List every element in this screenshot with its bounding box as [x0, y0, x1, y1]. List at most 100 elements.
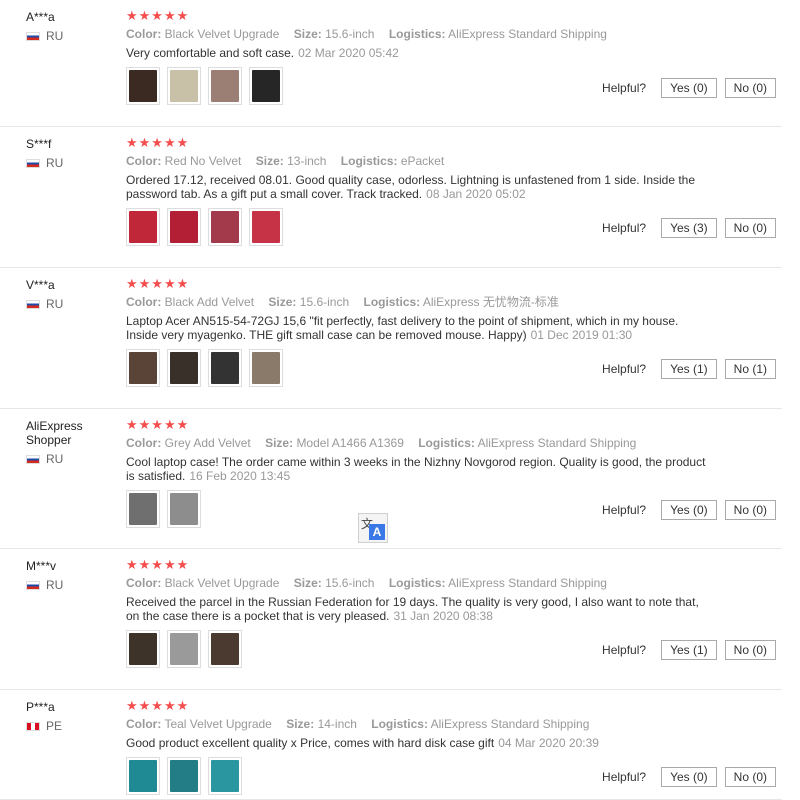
reviewer-name: P***a — [26, 700, 55, 714]
review-photo-thumbnail[interactable] — [208, 757, 242, 795]
review-photo-thumbnail[interactable] — [249, 208, 283, 246]
color-value: Red No Velvet — [164, 154, 242, 168]
reviewer-country: RU — [26, 578, 121, 592]
review-photo-thumbnail[interactable] — [167, 757, 201, 795]
reviewer-info: A***a RU — [26, 10, 121, 43]
country-flag-icon — [26, 454, 40, 464]
color-label: Color: — [126, 27, 162, 41]
helpful-label: Helpful? — [602, 643, 647, 657]
review-photo-thumbnail[interactable] — [167, 67, 201, 105]
review-photo-thumbnail[interactable] — [208, 67, 242, 105]
helpful-controls: Helpful? Yes (0) No (0) — [602, 78, 776, 98]
review-item: A***a RU ★★★★★ Color: Black Velvet Upgra… — [0, 0, 782, 127]
translate-icon[interactable]: 文 A — [358, 513, 388, 543]
review-photo-thumbnail[interactable] — [249, 67, 283, 105]
review-photo-thumbnail[interactable] — [126, 490, 160, 528]
color-label: Color: — [126, 295, 162, 309]
review-item: AliExpress Shopper RU ★★★★★ Color: Grey … — [0, 409, 782, 549]
review-date: 02 Mar 2020 05:42 — [298, 46, 399, 60]
size-value: 13-inch — [287, 154, 327, 168]
helpful-no-button[interactable]: No (0) — [724, 767, 776, 787]
helpful-controls: Helpful? Yes (0) No (0) — [602, 767, 776, 787]
review-photo-thumbnail[interactable] — [167, 630, 201, 668]
review-photo-thumbnail[interactable] — [167, 490, 201, 528]
logistics-value: AliExpress Standard Shipping — [477, 436, 637, 450]
review-text: Received the parcel in the Russian Feder… — [126, 595, 706, 623]
review-text: Ordered 17.12, received 08.01. Good qual… — [126, 173, 706, 201]
star-rating: ★★★★★ — [126, 417, 190, 432]
review-item: S***f RU ★★★★★ Color: Red No Velvet Size… — [0, 127, 782, 268]
country-code: PE — [46, 719, 63, 733]
logistics-value: AliExpress 无忧物流-标准 — [422, 295, 559, 309]
reviewer-info: AliExpress Shopper RU — [26, 419, 121, 466]
star-rating: ★★★★★ — [126, 135, 190, 150]
reviewer-name: A***a — [26, 10, 55, 24]
logistics-label: Logistics: — [363, 295, 421, 309]
color-value: Black Add Velvet — [164, 295, 255, 309]
size-label: Size: — [255, 154, 284, 168]
review-photo-thumbnail[interactable] — [126, 208, 160, 246]
reviewer-info: V***a RU — [26, 278, 121, 311]
reviewer-info: M***v RU — [26, 559, 121, 592]
size-value: 15.6-inch — [325, 27, 375, 41]
star-rating: ★★★★★ — [126, 276, 190, 291]
color-label: Color: — [126, 717, 162, 731]
helpful-yes-button[interactable]: Yes (1) — [661, 359, 717, 379]
review-text: Cool laptop case! The order came within … — [126, 455, 706, 483]
review-item: M***v RU ★★★★★ Color: Black Velvet Upgra… — [0, 549, 782, 690]
helpful-no-button[interactable]: No (0) — [724, 218, 776, 238]
color-value: Teal Velvet Upgrade — [164, 717, 272, 731]
review-photo-thumbnail[interactable] — [208, 208, 242, 246]
helpful-controls: Helpful? Yes (0) No (0) — [602, 500, 776, 520]
logistics-label: Logistics: — [371, 717, 428, 731]
helpful-yes-button[interactable]: Yes (1) — [661, 640, 717, 660]
reviewer-country: PE — [26, 719, 121, 733]
review-date: 01 Dec 2019 01:30 — [530, 328, 633, 342]
review-photo-thumbnail[interactable] — [126, 67, 160, 105]
size-label: Size: — [265, 436, 294, 450]
review-photo-thumbnail[interactable] — [126, 757, 160, 795]
reviewer-name: V***a — [26, 278, 55, 292]
logistics-value: AliExpress Standard Shipping — [430, 717, 590, 731]
helpful-label: Helpful? — [602, 503, 647, 517]
reviewer-country: RU — [26, 29, 121, 43]
helpful-controls: Helpful? Yes (3) No (0) — [602, 218, 776, 238]
review-date: 31 Jan 2020 08:38 — [393, 609, 493, 623]
order-info: Color: Red No Velvet Size: 13-inch Logis… — [126, 153, 726, 169]
review-photo-thumbnail[interactable] — [208, 349, 242, 387]
star-rating: ★★★★★ — [126, 698, 190, 713]
country-flag-icon — [26, 31, 40, 41]
star-rating: ★★★★★ — [126, 557, 190, 572]
review-date: 08 Jan 2020 05:02 — [426, 187, 526, 201]
review-photo-thumbnail[interactable] — [249, 349, 283, 387]
color-label: Color: — [126, 154, 162, 168]
helpful-no-button[interactable]: No (0) — [724, 78, 776, 98]
helpful-controls: Helpful? Yes (1) No (0) — [602, 640, 776, 660]
country-code: RU — [46, 297, 64, 311]
reviewer-name: S***f — [26, 137, 52, 151]
country-code: RU — [46, 29, 64, 43]
review-photo-thumbnail[interactable] — [126, 630, 160, 668]
review-item: V***a RU ★★★★★ Color: Black Add Velvet S… — [0, 268, 782, 409]
review-photo-thumbnail[interactable] — [167, 349, 201, 387]
review-body: Ordered 17.12, received 08.01. Good qual… — [126, 173, 696, 201]
helpful-yes-button[interactable]: Yes (0) — [661, 78, 717, 98]
color-label: Color: — [126, 436, 162, 450]
review-photo-thumbnail[interactable] — [208, 630, 242, 668]
review-photo-thumbnail[interactable] — [167, 208, 201, 246]
helpful-yes-button[interactable]: Yes (3) — [661, 218, 717, 238]
logistics-value: AliExpress Standard Shipping — [448, 576, 607, 590]
star-rating: ★★★★★ — [126, 8, 190, 23]
helpful-label: Helpful? — [602, 221, 647, 235]
helpful-no-button[interactable]: No (0) — [724, 500, 776, 520]
reviewer-country: RU — [26, 156, 121, 170]
review-item: P***a PE ★★★★★ Color: Teal Velvet Upgrad… — [0, 690, 782, 800]
logistics-label: Logistics: — [340, 154, 398, 168]
helpful-yes-button[interactable]: Yes (0) — [661, 767, 717, 787]
review-text: Good product excellent quality x Price, … — [126, 736, 706, 750]
review-body: Very comfortable and soft case. — [126, 46, 295, 60]
review-photo-thumbnail[interactable] — [126, 349, 160, 387]
helpful-yes-button[interactable]: Yes (0) — [661, 500, 717, 520]
helpful-no-button[interactable]: No (1) — [724, 359, 776, 379]
helpful-no-button[interactable]: No (0) — [724, 640, 776, 660]
